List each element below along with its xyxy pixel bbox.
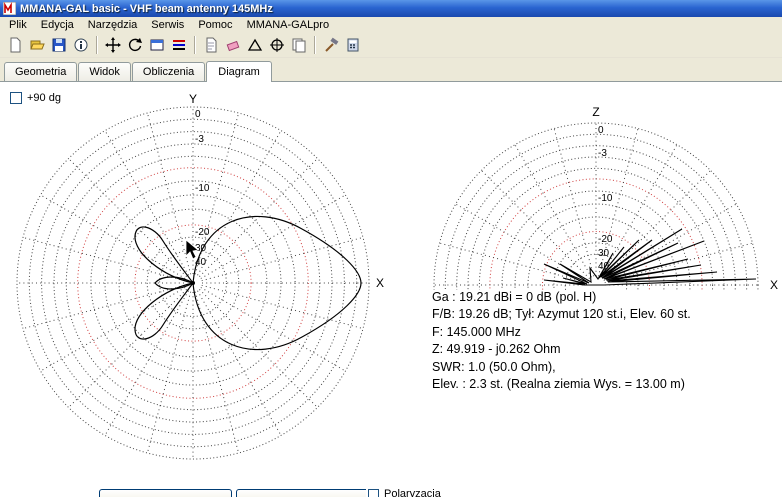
new-file-icon[interactable]: [5, 35, 25, 55]
tick-3: -3: [598, 148, 607, 159]
move-cross-icon[interactable]: [103, 35, 123, 55]
eraser-icon[interactable]: [223, 35, 243, 55]
menu-item-mmana-galpro[interactable]: MMANA-GALpro: [240, 18, 337, 32]
tools-icon[interactable]: [321, 35, 341, 55]
center-target-icon[interactable]: [267, 35, 287, 55]
menu-item-narzedzia[interactable]: Narzędzia: [81, 18, 145, 32]
bottom-button-1[interactable]: [99, 489, 232, 497]
calculator-icon[interactable]: [343, 35, 363, 55]
azimuth-back-lobe-upper: [134, 226, 195, 284]
tab-bar: Geometria Widok Obliczenia Diagram: [0, 58, 782, 82]
tick-40: 40: [195, 257, 207, 268]
tab-diagram[interactable]: Diagram: [206, 61, 272, 82]
plot-center-dot: [191, 281, 195, 285]
tick-0: 0: [598, 125, 604, 136]
menu-item-plik[interactable]: Plik: [2, 18, 34, 32]
tick-10: -10: [195, 183, 210, 194]
save-file-icon[interactable]: [49, 35, 69, 55]
azimuth-back-lobe-center: [154, 276, 195, 290]
rotate-icon[interactable]: [125, 35, 145, 55]
azimuth-main-lobe: [192, 215, 362, 351]
toolbar-separator: [96, 36, 98, 54]
elevation-polar-plot: Z X 0 -3 -10 -20 30 40: [433, 105, 778, 292]
open-file-icon[interactable]: [27, 35, 47, 55]
tab-obliczenia[interactable]: Obliczenia: [131, 62, 206, 81]
tick-20: -20: [598, 234, 613, 245]
titlebar[interactable]: MMANA-GAL basic - VHF beam antenny 145MH…: [0, 0, 782, 17]
tick-10: -10: [598, 193, 613, 204]
copy-window-icon[interactable]: [147, 35, 167, 55]
azimuth-polar-plot: Y X 0 -3 -10 -20 30 40: [16, 92, 384, 460]
polarization-group: Polaryzacja: [366, 488, 443, 497]
app-window: MMANA-GAL basic - VHF beam antenny 145MH…: [0, 0, 782, 497]
triangle-icon[interactable]: [245, 35, 265, 55]
menubar: Plik Edycja Narzędzia Serwis Pomoc MMANA…: [0, 17, 782, 33]
result-frequency: F: 145.000 MHz: [432, 324, 521, 339]
bottom-button-2[interactable]: [236, 489, 369, 497]
menu-item-pomoc[interactable]: Pomoc: [191, 18, 239, 32]
toolbar-separator: [314, 36, 316, 54]
new-page-icon[interactable]: [201, 35, 221, 55]
app-icon: [2, 1, 17, 16]
results-block: Ga : 19.21 dBi = 0 dB (pol. H) F/B: 19.2…: [432, 289, 777, 393]
wires-list-icon[interactable]: [169, 35, 189, 55]
result-impedance: Z: 49.919 - j0.262 Ohm: [432, 342, 561, 357]
axis-label-z: Z: [592, 105, 599, 119]
axis-label-y: Y: [189, 92, 197, 106]
tick-20: -20: [195, 227, 210, 238]
polarization-label: Polaryzacja: [384, 488, 441, 497]
tick-30: 30: [598, 248, 610, 259]
polarization-checkbox[interactable]: [368, 488, 379, 497]
tab-geometria[interactable]: Geometria: [4, 62, 78, 81]
diagram-panel: +90 dg Y X 0 -3 -10 -20 30 40 Z X 0 -3 -…: [0, 81, 782, 497]
window-title: MMANA-GAL basic - VHF beam antenny 145MH…: [20, 2, 273, 15]
tick-3: -3: [195, 134, 204, 145]
tick-40: 40: [598, 261, 610, 272]
menu-item-serwis[interactable]: Serwis: [144, 18, 191, 32]
info-icon[interactable]: [71, 35, 91, 55]
menu-item-edycja[interactable]: Edycja: [34, 18, 81, 32]
result-elevation: Elev. : 2.3 st. (Realna ziemia Wys. = 13…: [432, 377, 685, 392]
toolbar: [0, 33, 782, 58]
azimuth-back-lobe-lower: [134, 282, 195, 340]
axis-label-x: X: [376, 276, 384, 290]
result-swr: SWR: 1.0 (50.0 Ohm),: [432, 359, 556, 374]
result-gain: Ga : 19.21 dBi = 0 dB (pol. H): [432, 290, 597, 304]
tab-widok[interactable]: Widok: [78, 62, 131, 81]
tick-0: 0: [195, 109, 201, 120]
result-fb: F/B: 19.26 dB; Tył: Azymut 120 st.i, Ele…: [432, 307, 691, 322]
copy-pages-icon[interactable]: [289, 35, 309, 55]
toolbar-separator: [194, 36, 196, 54]
elevation-lobes: [543, 228, 757, 286]
